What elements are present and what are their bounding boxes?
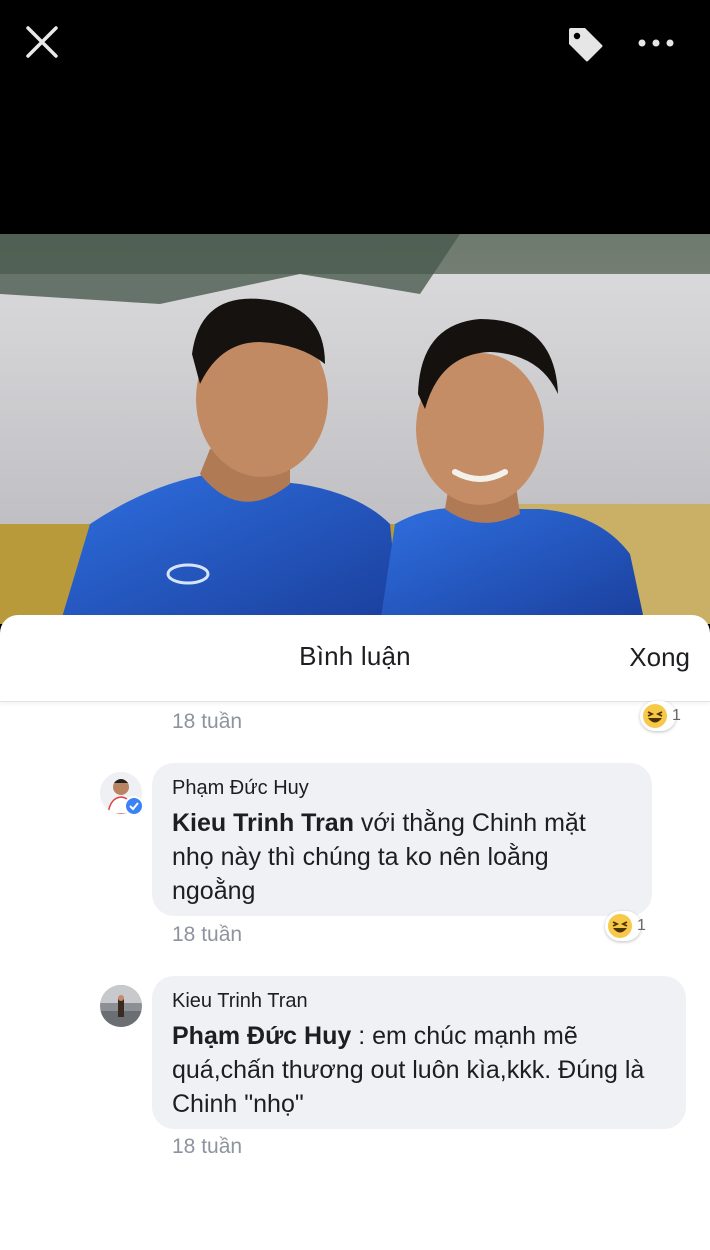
comment-text: Phạm Đức Huy : em chúc mạnh mẽ quá,chấn t… [172,1022,645,1118]
sheet-title: Bình luận [299,641,411,671]
reaction-summary[interactable]: 1 [640,701,681,731]
comments-sheet: Bình luận Xong 18 tuần 1 Phạm Đức Huy Ki… [0,615,710,1250]
comments-header: Bình luận Xong [0,615,710,702]
comment-bubble[interactable]: Phạm Đức Huy Kieu Trinh Tran với thằng C… [152,763,652,916]
comment-mention[interactable]: Phạm Đức Huy [172,1022,351,1050]
comment-timestamp[interactable]: 18 tuần [172,1135,242,1159]
tag-icon[interactable] [565,24,605,64]
comment-timestamp[interactable]: 18 tuần [172,923,242,947]
verified-badge-icon [124,796,144,816]
haha-emoji-icon [643,704,667,728]
comment-author[interactable]: Phạm Đức Huy [172,777,632,800]
reaction-count: 1 [637,917,646,934]
close-icon[interactable] [22,22,62,62]
comment-mention[interactable]: Kieu Trinh Tran [172,809,354,837]
haha-emoji-icon [608,914,632,938]
comment-timestamp[interactable]: 18 tuần [172,710,242,734]
done-button[interactable]: Xong [629,642,690,673]
comment-bubble[interactable]: Kieu Trinh Tran Phạm Đức Huy : em chúc m… [152,976,686,1129]
reaction-count: 1 [672,707,681,724]
players-photo [0,234,710,624]
comment-text: Kieu Trinh Tran với thằng Chinh mặt nhọ n… [172,809,586,905]
avatar[interactable] [100,985,142,1027]
photo-viewer-topbar [0,0,710,90]
more-icon[interactable] [635,28,677,58]
post-photo[interactable] [0,234,710,624]
comment-author[interactable]: Kieu Trinh Tran [172,990,666,1013]
reaction-summary[interactable]: 1 [605,911,646,941]
